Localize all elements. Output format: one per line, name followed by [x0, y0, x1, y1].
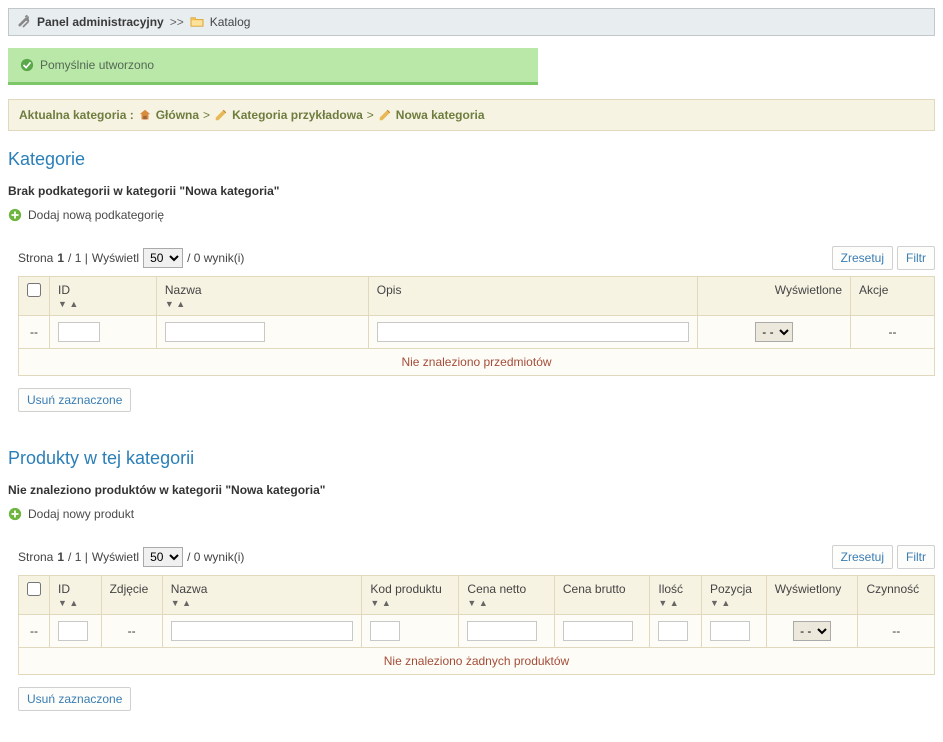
select-all-checkbox[interactable] — [27, 582, 41, 596]
filter-button[interactable]: Filtr — [897, 246, 935, 270]
th-code[interactable]: Kod produktu▼ ▲ — [362, 576, 459, 615]
breadcrumb-bar: Panel administracyjny >> Katalog — [8, 8, 935, 36]
home-icon — [138, 108, 152, 122]
pager-result-text: / 0 wynik(i) — [187, 251, 244, 265]
th-qty[interactable]: Ilość▼ ▲ — [650, 576, 702, 615]
filter-gross-input[interactable] — [563, 621, 633, 641]
add-product-link[interactable]: Dodaj nowy produkt — [8, 507, 935, 521]
th-desc: Opis — [368, 277, 698, 316]
filter-desc-input[interactable] — [377, 322, 690, 342]
filter-code-input[interactable] — [370, 621, 400, 641]
th-checkbox — [19, 576, 50, 615]
products-empty-row: Nie znaleziono żadnych produktów — [19, 648, 935, 675]
add-subcategory-link[interactable]: Dodaj nową podkategorię — [8, 208, 935, 222]
add-icon — [8, 208, 22, 222]
th-actions: Akcje — [851, 277, 935, 316]
breadcrumb-current[interactable]: Katalog — [210, 15, 251, 29]
pager-result-text: / 0 wynik(i) — [187, 550, 244, 564]
categories-pager: Strona 1 / 1 | Wyświetl 50 / 0 wynik(i) … — [18, 246, 935, 270]
edit-icon — [214, 108, 228, 122]
categories-title: Kategorie — [8, 149, 935, 170]
pager-page-label: Strona — [18, 251, 53, 265]
category-path: Aktualna kategoria : Główna > Kategoria … — [8, 99, 935, 131]
th-id[interactable]: ID▼ ▲ — [50, 576, 102, 615]
th-name[interactable]: Nazwa▼ ▲ — [156, 277, 368, 316]
products-table: ID▼ ▲ Zdjęcie Nazwa▼ ▲ Kod produktu▼ ▲ C… — [18, 575, 935, 675]
filter-displayed-select[interactable]: - - — [793, 621, 831, 641]
products-table-wrap: Strona 1 / 1 | Wyświetl 50 / 0 wynik(i) … — [18, 545, 935, 675]
th-displayed: Wyświetlony — [766, 576, 858, 615]
filter-pos-input[interactable] — [710, 621, 750, 641]
filter-actions-dash: -- — [858, 615, 935, 648]
reset-button[interactable]: Zresetuj — [832, 246, 893, 270]
filter-button[interactable]: Filtr — [897, 545, 935, 569]
products-title: Produkty w tej kategorii — [8, 448, 935, 469]
filter-actions-dash: -- — [851, 316, 935, 349]
pager-page-label: Strona — [18, 550, 53, 564]
success-message: Pomyślnie utworzono — [8, 48, 538, 85]
products-filter-row: -- -- - - -- — [19, 615, 935, 648]
category-sep: > — [203, 108, 210, 122]
pager-display-label: Wyświetl — [92, 550, 139, 564]
wrench-icon — [17, 15, 31, 29]
category-link-home[interactable]: Główna — [156, 108, 199, 122]
filter-name-input[interactable] — [165, 322, 265, 342]
category-link-new[interactable]: Nowa kategoria — [396, 108, 485, 122]
reset-button[interactable]: Zresetuj — [832, 545, 893, 569]
filter-displayed-select[interactable]: - - — [755, 322, 793, 342]
th-id[interactable]: ID▼ ▲ — [50, 277, 157, 316]
th-checkbox — [19, 277, 50, 316]
breadcrumb-title: Panel administracyjny — [37, 15, 164, 29]
filter-net-input[interactable] — [467, 621, 537, 641]
add-subcategory-label: Dodaj nową podkategorię — [28, 208, 164, 222]
categories-table: ID▼ ▲ Nazwa▼ ▲ Opis Wyświetlone Akcje --… — [18, 276, 935, 376]
filter-id-input[interactable] — [58, 621, 88, 641]
pager-display-label: Wyświetl — [92, 251, 139, 265]
category-sep: > — [367, 108, 374, 122]
pager-page-total: / 1 | — [68, 550, 88, 564]
category-path-label: Aktualna kategoria : — [19, 108, 134, 122]
categories-empty-text: Nie znaleziono przedmiotów — [19, 349, 935, 376]
filter-photo-dash: -- — [101, 615, 162, 648]
products-no-prod: Nie znaleziono produktów w kategorii "No… — [8, 483, 935, 497]
th-displayed: Wyświetlone — [698, 277, 851, 316]
pager-page-num: 1 — [57, 251, 64, 265]
filter-qty-input[interactable] — [658, 621, 688, 641]
add-product-label: Dodaj nowy produkt — [28, 507, 134, 521]
filter-name-input[interactable] — [171, 621, 354, 641]
select-all-checkbox[interactable] — [27, 283, 41, 297]
success-text: Pomyślnie utworzono — [40, 58, 154, 72]
categories-empty-row: Nie znaleziono przedmiotów — [19, 349, 935, 376]
th-gross: Cena brutto — [554, 576, 649, 615]
categories-table-wrap: Strona 1 / 1 | Wyświetl 50 / 0 wynik(i) … — [18, 246, 935, 376]
pager-page-num: 1 — [57, 550, 64, 564]
th-actions: Czynność — [858, 576, 935, 615]
category-link-sample[interactable]: Kategoria przykładowa — [232, 108, 363, 122]
delete-selected-products-button[interactable]: Usuń zaznaczone — [18, 687, 131, 711]
edit-icon — [378, 108, 392, 122]
filter-id-input[interactable] — [58, 322, 100, 342]
per-page-select[interactable]: 50 — [143, 248, 183, 268]
delete-selected-categories-button[interactable]: Usuń zaznaczone — [18, 388, 131, 412]
pager-page-total: / 1 | — [68, 251, 88, 265]
th-photo: Zdjęcie — [101, 576, 162, 615]
per-page-select[interactable]: 50 — [143, 547, 183, 567]
folder-icon — [190, 15, 204, 29]
products-empty-text: Nie znaleziono żadnych produktów — [19, 648, 935, 675]
th-net[interactable]: Cena netto▼ ▲ — [459, 576, 554, 615]
check-icon — [20, 58, 34, 72]
categories-filter-row: -- - - -- — [19, 316, 935, 349]
th-pos[interactable]: Pozycja▼ ▲ — [701, 576, 766, 615]
add-icon — [8, 507, 22, 521]
filter-dash: -- — [19, 615, 50, 648]
filter-dash: -- — [19, 316, 50, 349]
products-pager: Strona 1 / 1 | Wyświetl 50 / 0 wynik(i) … — [18, 545, 935, 569]
breadcrumb-separator: >> — [170, 15, 184, 29]
categories-no-sub: Brak podkategorii w kategorii "Nowa kate… — [8, 184, 935, 198]
th-name[interactable]: Nazwa▼ ▲ — [162, 576, 362, 615]
